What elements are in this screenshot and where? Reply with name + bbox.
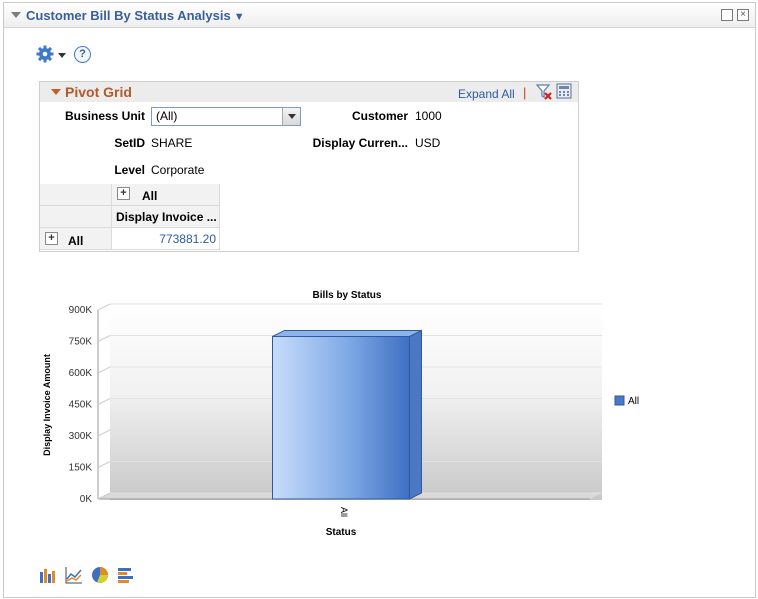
bar-front: [272, 335, 410, 500]
y-tick-label: 150K: [69, 463, 93, 474]
data-field-header[interactable]: Display Invoice ...: [112, 206, 220, 228]
grid-options-icon[interactable]: [556, 83, 572, 99]
pivot-grid-section: Pivot Grid Expand All | Business Unit (A…: [39, 81, 579, 252]
x-axis-label: Status: [326, 527, 357, 538]
pie-chart-icon[interactable]: [91, 566, 109, 584]
chart-title: Bills by Status: [313, 290, 382, 301]
bills-by-status-chart: Bills by Status 0K 150K 300K 450K 600K 750K 90…: [42, 290, 639, 538]
expand-all-link[interactable]: Expand All: [458, 87, 515, 101]
close-button[interactable]: ×: [737, 9, 749, 21]
cell-value-link[interactable]: 773881.20: [159, 232, 216, 246]
pivot-collapse-icon[interactable]: [51, 89, 61, 95]
gridline: [97, 303, 111, 311]
collapse-icon[interactable]: [11, 12, 21, 18]
gridline: [97, 461, 111, 468]
chart-legend: All: [614, 395, 639, 407]
setid-value: SHARE: [151, 136, 193, 150]
bar-series: All: [272, 329, 422, 517]
gridline: [97, 366, 111, 374]
business-unit-label: Business Unit: [64, 109, 145, 123]
clear-filter-icon[interactable]: [535, 83, 553, 101]
separator: |: [523, 85, 527, 100]
bar-side: [409, 329, 422, 500]
legend-swatch: [614, 395, 625, 406]
legend-label: All: [628, 396, 639, 407]
expand-row-icon[interactable]: +: [45, 232, 58, 245]
business-unit-select[interactable]: (All): [151, 107, 301, 126]
customer-label: Customer: [351, 109, 408, 123]
bar-all: [272, 329, 422, 500]
x-tick-label: All: [339, 507, 349, 517]
corner-cell: [40, 184, 112, 206]
panel-header: Customer Bill By Status Analysis ▼ ×: [4, 3, 755, 28]
y-tick-label: 0K: [80, 494, 93, 505]
row-field-corner: [40, 206, 112, 228]
data-cell[interactable]: 773881.20: [112, 228, 220, 250]
y-tick-label: 900K: [69, 305, 93, 316]
gridline: [97, 429, 111, 437]
gear-icon[interactable]: [36, 45, 54, 63]
pivot-grid-header: Pivot Grid Expand All |: [40, 82, 578, 102]
gridline: [97, 398, 111, 405]
data-field-label: Display Invoice ...: [116, 210, 217, 224]
display-currency-label: Display Curren...: [312, 136, 408, 150]
bar-chart-icon[interactable]: [39, 566, 57, 584]
gridline: [97, 335, 111, 342]
y-tick-label: 750K: [69, 337, 93, 348]
panel-title-text: Customer Bill By Status Analysis: [26, 8, 231, 23]
expand-column-icon[interactable]: +: [117, 187, 130, 200]
options-dropdown-icon[interactable]: [58, 53, 66, 58]
column-header-all: + All: [112, 184, 220, 206]
y-tick-label: 300K: [69, 431, 93, 442]
bar-top: [272, 329, 422, 337]
help-icon[interactable]: ?: [74, 46, 91, 63]
customer-value: 1000: [415, 109, 442, 123]
line-chart-icon[interactable]: [65, 566, 83, 584]
level-value: Corporate: [151, 163, 205, 177]
horizontal-bar-chart-icon[interactable]: [117, 566, 135, 584]
title-menu-caret-icon[interactable]: ▼: [234, 11, 245, 23]
display-currency-value: USD: [415, 136, 441, 150]
setid-label: SetID: [114, 136, 145, 150]
column-header-label: All: [142, 189, 158, 203]
y-tick-label: 450K: [69, 400, 93, 411]
row-header-label: All: [68, 234, 84, 248]
maximize-button[interactable]: [721, 9, 733, 21]
business-unit-value: (All): [156, 109, 178, 123]
y-axis-label: Display Invoice Amount: [42, 354, 52, 456]
panel-title[interactable]: Customer Bill By Status Analysis ▼: [26, 8, 245, 23]
row-header-all: + All: [40, 228, 112, 250]
pivot-grid-title[interactable]: Pivot Grid: [65, 84, 132, 100]
y-tick-label: 600K: [69, 368, 93, 379]
level-label: Level: [114, 163, 145, 177]
